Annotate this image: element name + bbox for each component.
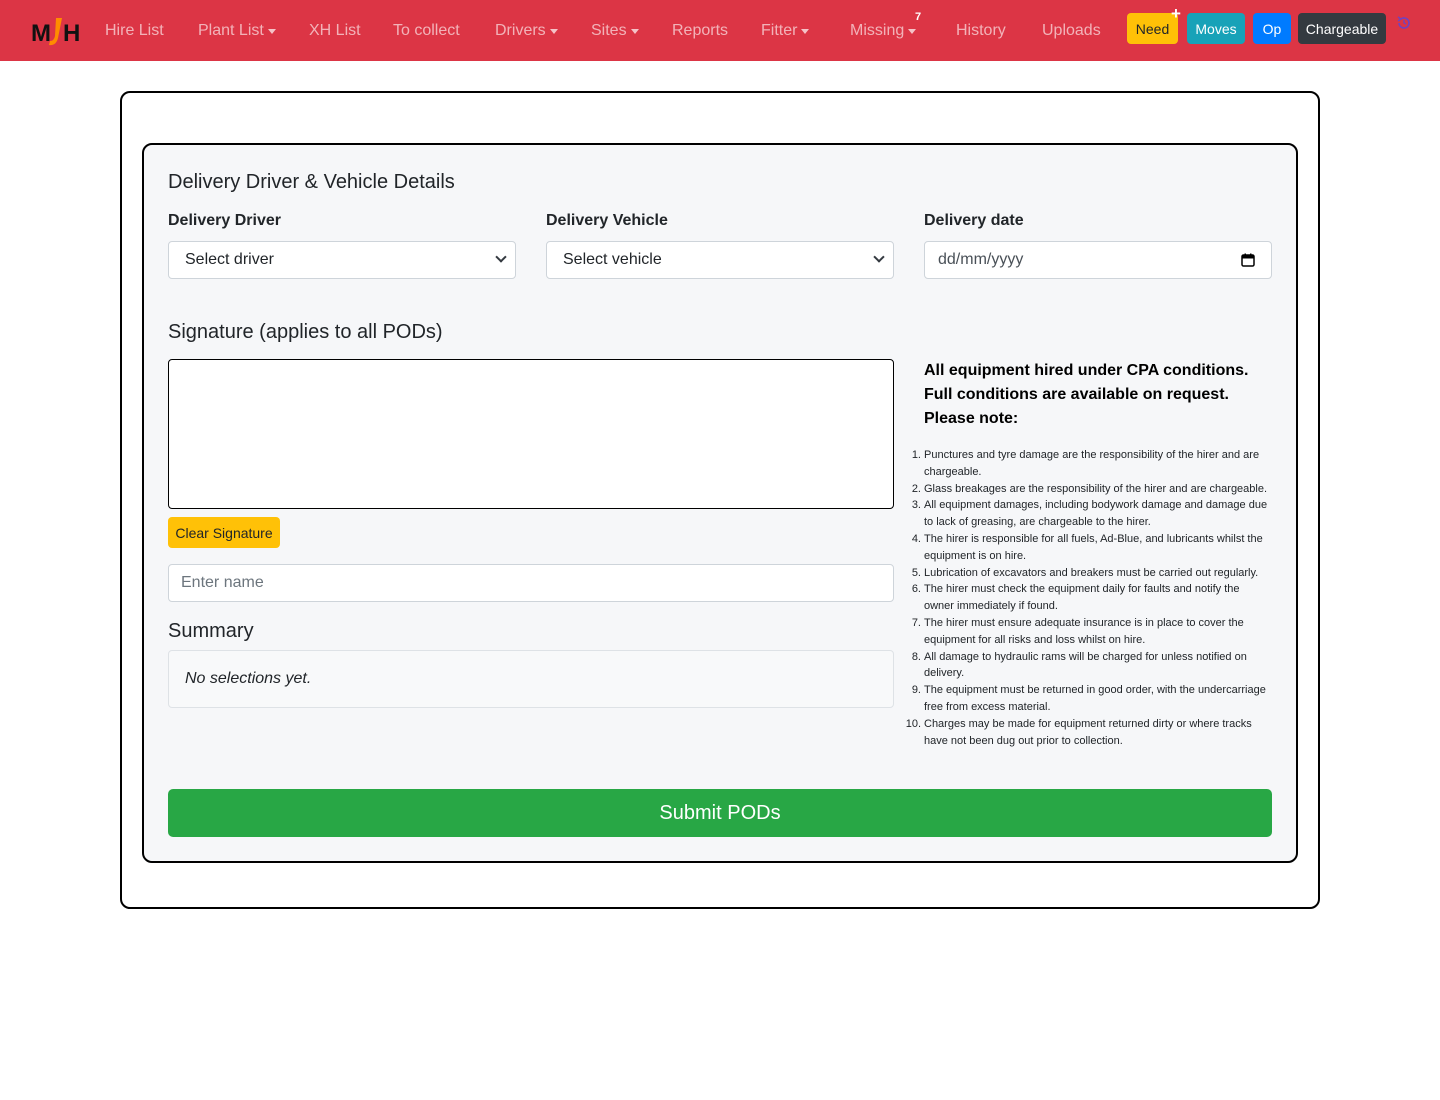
calendar-icon[interactable] bbox=[1241, 253, 1255, 267]
nav-to-collect[interactable]: To collect bbox=[393, 0, 460, 61]
nav-drivers[interactable]: Drivers bbox=[495, 0, 558, 61]
summary-title: Summary bbox=[168, 620, 254, 642]
svg-text:M: M bbox=[31, 20, 51, 47]
chevron-down-icon bbox=[873, 251, 885, 263]
nav-plant-list[interactable]: Plant List bbox=[198, 0, 276, 61]
clear-signature-label: Clear Signature bbox=[175, 524, 273, 541]
delivery-date-input[interactable]: dd/mm/yyyy bbox=[924, 241, 1272, 279]
nav-missing-label: Missing bbox=[850, 21, 905, 39]
terms-heading: All equipment hired under CPA conditions… bbox=[924, 359, 1274, 431]
nav-drivers-label: Drivers bbox=[495, 21, 546, 39]
nav-missing[interactable]: Missing bbox=[850, 0, 917, 61]
nav-uploads[interactable]: Uploads bbox=[1042, 0, 1101, 61]
driver-select-value: Select driver bbox=[185, 251, 274, 268]
driver-select[interactable]: Select driver bbox=[168, 241, 516, 279]
clear-signature-button[interactable]: Clear Signature bbox=[168, 517, 280, 548]
signature-title: Signature (applies to all PODs) bbox=[168, 321, 443, 343]
terms-item: 7. The hirer must ensure adequate insuran… bbox=[911, 616, 1244, 646]
terms-item: 1. Punctures and tyre damage are the resp… bbox=[911, 449, 1260, 478]
nav-sites-label: Sites bbox=[591, 21, 627, 39]
terms-item: 5. Lubrication of excavators and breakers… bbox=[911, 566, 1259, 579]
chargeable-button-label: Chargeable bbox=[1305, 20, 1379, 37]
nav-history[interactable]: History bbox=[956, 0, 1006, 61]
terms-item: 8. All damage to hydraulic rams will be c… bbox=[911, 650, 1247, 680]
caret-down-icon bbox=[801, 29, 810, 34]
caret-down-icon bbox=[908, 29, 917, 34]
summary-box: No selections yet. bbox=[168, 650, 894, 708]
caret-down-icon bbox=[549, 29, 558, 34]
terms-item: 4. The hirer is responsible for all fuels… bbox=[911, 532, 1263, 562]
chargeable-button[interactable]: Chargeable bbox=[1298, 13, 1386, 44]
terms-heading-line: All equipment hired under CPA conditions… bbox=[924, 362, 1249, 379]
terms-item: 6. The hirer must check the equipment dai… bbox=[911, 583, 1240, 613]
terms-list: 1. Punctures and tyre damage are the resp… bbox=[905, 447, 1270, 749]
nav-reports[interactable]: Reports bbox=[672, 0, 728, 61]
history-icon[interactable] bbox=[1396, 15, 1412, 31]
missing-count-badge: 7 bbox=[915, 11, 922, 23]
submit-pods-label: Submit PODs bbox=[659, 801, 781, 824]
op-button-label: Op bbox=[1262, 20, 1282, 37]
nav-reports-label: Reports bbox=[672, 21, 729, 39]
name-placeholder: Enter name bbox=[181, 574, 264, 591]
brand-logo[interactable]: M H bbox=[30, 14, 82, 48]
caret-down-icon bbox=[267, 29, 276, 34]
terms-heading-line: Please note: bbox=[924, 410, 1019, 427]
terms-item: 10. Charges may be made for equipment ret… bbox=[905, 717, 1252, 747]
terms-item: 3. All equipment damages, including bodyw… bbox=[911, 499, 1268, 529]
nav-hire-list[interactable]: Hire List bbox=[105, 0, 164, 61]
svg-text:H: H bbox=[63, 20, 80, 47]
date-placeholder: dd/mm/yyyy bbox=[938, 251, 1024, 268]
driver-label: Delivery Driver bbox=[168, 212, 281, 229]
nav-hire-list-label: Hire List bbox=[105, 21, 164, 39]
nav-fitter-label: Fitter bbox=[761, 21, 798, 39]
nav-sites[interactable]: Sites bbox=[591, 0, 639, 61]
plus-icon[interactable]: + bbox=[1171, 5, 1181, 22]
terms-item: 9. The equipment must be returned in good… bbox=[911, 684, 1266, 713]
op-button[interactable]: Op bbox=[1253, 13, 1291, 44]
section-title: Delivery Driver & Vehicle Details bbox=[168, 171, 455, 193]
nav-to-collect-label: To collect bbox=[393, 21, 460, 39]
signer-name-input[interactable]: Enter name bbox=[168, 564, 894, 602]
submit-pods-button[interactable]: Submit PODs bbox=[168, 789, 1272, 837]
vehicle-label: Delivery Vehicle bbox=[546, 212, 668, 229]
nav-history-label: History bbox=[956, 21, 1006, 39]
caret-down-icon bbox=[630, 29, 639, 34]
date-label: Delivery date bbox=[924, 212, 1024, 229]
moves-button-label: Moves bbox=[1195, 20, 1237, 37]
vehicle-select[interactable]: Select vehicle bbox=[546, 241, 894, 279]
vehicle-select-value: Select vehicle bbox=[563, 251, 662, 268]
top-navbar: M H Hire List Plant List XH List To coll… bbox=[0, 0, 1440, 61]
terms-item: 2. Glass breakages are the responsibility… bbox=[911, 482, 1268, 495]
need-button-label: Need bbox=[1135, 20, 1170, 37]
nav-xh-list-label: XH List bbox=[309, 21, 361, 39]
nav-fitter[interactable]: Fitter bbox=[761, 0, 810, 61]
nav-xh-list[interactable]: XH List bbox=[309, 0, 361, 61]
signature-pad[interactable] bbox=[168, 359, 894, 509]
moves-button[interactable]: Moves bbox=[1187, 13, 1245, 44]
chevron-down-icon bbox=[495, 251, 507, 263]
terms-heading-line: Full conditions are available on request… bbox=[924, 386, 1229, 403]
summary-empty-text: No selections yet. bbox=[185, 670, 312, 687]
nav-plant-list-label: Plant List bbox=[198, 21, 264, 39]
nav-uploads-label: Uploads bbox=[1042, 21, 1101, 39]
